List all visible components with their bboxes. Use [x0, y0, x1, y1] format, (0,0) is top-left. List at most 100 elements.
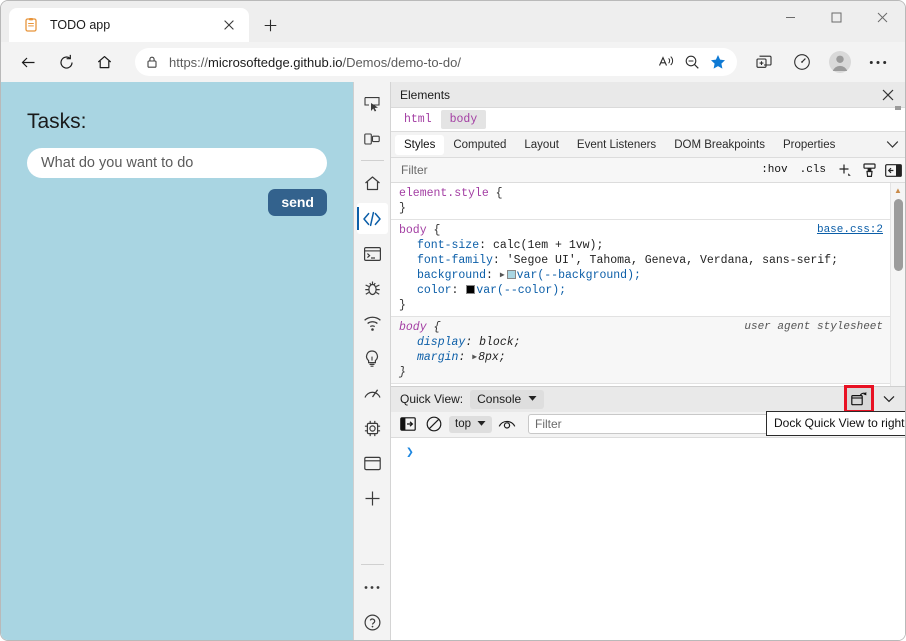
quick-view-bar: Quick View: Console Dock Quick View to r…: [391, 385, 905, 436]
tab-title: TODO app: [50, 18, 111, 32]
settings-more-icon[interactable]: [863, 47, 893, 77]
application-window-icon[interactable]: [357, 448, 388, 479]
css-selector: body: [399, 224, 427, 237]
send-row: send: [27, 189, 327, 216]
sources-debug-icon[interactable]: [357, 273, 388, 304]
back-arrow-icon[interactable]: [13, 47, 43, 77]
tab-dom-breakpoints[interactable]: DOM Breakpoints: [665, 135, 774, 155]
browser-essentials-icon[interactable]: [787, 47, 817, 77]
chevron-down-icon: [528, 396, 537, 401]
inspect-element-icon[interactable]: [357, 88, 388, 119]
activity-separator-bottom: [360, 564, 384, 565]
content-area: Tasks: send: [1, 82, 905, 640]
add-tool-plus-icon[interactable]: [357, 483, 388, 514]
help-icon[interactable]: [357, 607, 388, 638]
tab-event-listeners[interactable]: Event Listeners: [568, 135, 665, 155]
page-title: Tasks:: [27, 110, 87, 133]
activity-separator: [360, 160, 384, 161]
dock-to-right-icon[interactable]: [844, 385, 874, 413]
reload-icon[interactable]: [51, 47, 81, 77]
network-icon[interactable]: [357, 308, 388, 339]
panel-title: Elements: [400, 87, 451, 102]
new-tab-button[interactable]: [255, 10, 285, 40]
quick-view-collapse-icon[interactable]: [877, 388, 901, 410]
task-input[interactable]: [27, 148, 327, 178]
window-controls: [767, 1, 905, 33]
console-prompt[interactable]: ❯: [391, 438, 905, 460]
breadcrumb-item-body[interactable]: body: [440, 110, 487, 129]
css-declaration[interactable]: font-family: 'Segoe UI', Tahoma, Geneva,…: [399, 253, 884, 268]
close-button[interactable]: [859, 1, 905, 33]
stylesheet-origin: user agent stylesheet: [744, 321, 883, 333]
scrollbar-thumb[interactable]: [893, 199, 903, 271]
dom-breadcrumb: html body: [391, 106, 905, 132]
tab-close-button[interactable]: [217, 13, 241, 37]
minimize-button[interactable]: [767, 1, 813, 33]
issues-lightbulb-icon[interactable]: [357, 343, 388, 374]
tab-strip: TODO app: [1, 1, 905, 42]
css-declaration[interactable]: background: ▶ var(--background);: [399, 268, 884, 283]
tab-properties[interactable]: Properties: [774, 135, 844, 155]
css-declaration[interactable]: color: var(--color);: [399, 283, 884, 298]
tab-layout[interactable]: Layout: [515, 135, 568, 155]
expand-arrow-icon: ▶: [499, 271, 505, 280]
css-rule-element-style[interactable]: element.style { }: [391, 183, 890, 220]
css-declaration[interactable]: display: block;: [399, 335, 884, 350]
device-emulation-icon[interactable]: [357, 123, 388, 154]
console-context-select[interactable]: top: [449, 415, 492, 433]
styles-rules-pane: element.style { } body { base.css:2 font…: [391, 183, 905, 386]
chevron-down-icon: [477, 421, 486, 426]
css-declaration[interactable]: margin: ▶8px;: [399, 350, 884, 365]
clear-console-icon[interactable]: [421, 413, 447, 435]
eye-icon[interactable]: [494, 413, 520, 435]
quick-view-tool-select[interactable]: Console: [470, 389, 545, 409]
expand-arrow-icon: ▶: [472, 353, 478, 362]
maximize-button[interactable]: [813, 1, 859, 33]
read-aloud-icon[interactable]: [653, 50, 679, 74]
console-context-value: top: [455, 417, 471, 430]
collections-icon[interactable]: [749, 47, 779, 77]
favorite-star-icon[interactable]: [705, 50, 731, 74]
css-rule-body-user-agent[interactable]: body { user agent stylesheet display: bl…: [391, 317, 890, 384]
class-toggle-button[interactable]: .cls: [795, 162, 831, 178]
devtools-panel: Elements html body Styles Computed Layou…: [353, 82, 905, 640]
memory-chip-icon[interactable]: [357, 413, 388, 444]
elements-icon[interactable]: [356, 203, 388, 234]
css-selector: element.style: [399, 187, 489, 200]
performance-gauge-icon[interactable]: [357, 378, 388, 409]
chevron-down-icon[interactable]: [886, 140, 899, 149]
zoom-out-icon[interactable]: [679, 50, 705, 74]
scroll-up-arrow-icon[interactable]: ▲: [891, 183, 906, 197]
more-tools-icon[interactable]: [357, 572, 388, 603]
stylesheet-origin-link[interactable]: base.css:2: [817, 223, 883, 238]
tooltip: Dock Quick View to right: [766, 410, 905, 436]
tab-computed[interactable]: Computed: [444, 135, 515, 155]
welcome-home-icon[interactable]: [357, 168, 388, 199]
styles-tab-bar: Styles Computed Layout Event Listeners D…: [391, 132, 905, 158]
console-icon[interactable]: [357, 238, 388, 269]
home-icon[interactable]: [89, 47, 119, 77]
paintbrush-icon[interactable]: [857, 160, 881, 181]
console-output[interactable]: ❯: [391, 437, 905, 640]
quick-view-selected-tool: Console: [477, 391, 522, 406]
breadcrumb-item-html[interactable]: html: [395, 110, 441, 129]
browser-tab[interactable]: TODO app: [9, 8, 249, 42]
profile-avatar-icon[interactable]: [825, 47, 855, 77]
toggle-sidebar-icon[interactable]: [881, 160, 905, 181]
clipboard-icon: [23, 17, 39, 33]
styles-scrollbar[interactable]: ▲: [890, 183, 905, 386]
web-page-viewport: Tasks: send: [1, 82, 353, 640]
css-declaration[interactable]: font-size: calc(1em + 1vw);: [399, 238, 884, 253]
send-button[interactable]: send: [268, 189, 327, 216]
devtools-header: Elements: [391, 82, 905, 108]
address-bar[interactable]: https://microsoftedge.github.io/Demos/de…: [135, 48, 737, 76]
css-rule-body-base[interactable]: body { base.css:2 font-size: calc(1em + …: [391, 220, 890, 317]
hover-state-button[interactable]: :hov: [756, 162, 792, 178]
tab-styles[interactable]: Styles: [395, 134, 445, 155]
console-sidebar-icon[interactable]: [395, 413, 421, 435]
styles-filter-row: :hov .cls: [391, 158, 905, 183]
console-filter-input[interactable]: [528, 414, 799, 434]
plus-icon[interactable]: [833, 160, 857, 181]
devtools-close-button[interactable]: [877, 84, 899, 106]
styles-filter-input[interactable]: [393, 163, 757, 177]
